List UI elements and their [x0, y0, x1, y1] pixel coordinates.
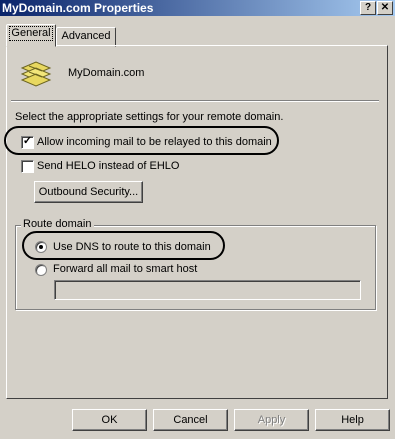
- highlight-oval: [4, 126, 279, 155]
- smart-host-input[interactable]: [54, 280, 361, 300]
- send-helo-checkbox[interactable]: [21, 160, 34, 173]
- instruction-text: Select the appropriate settings for your…: [15, 111, 284, 123]
- title-bar[interactable]: MyDomain.com Properties ? ✕: [0, 0, 395, 16]
- outbound-security-button[interactable]: Outbound Security...: [34, 181, 143, 203]
- window-title: MyDomain.com Properties: [2, 1, 154, 15]
- cancel-label: Cancel: [173, 414, 208, 426]
- ok-button[interactable]: OK: [72, 409, 147, 431]
- forward-smart-host-label[interactable]: Forward all mail to smart host: [53, 263, 197, 275]
- forward-smart-host-radio[interactable]: [35, 264, 47, 276]
- domain-icon: [20, 61, 52, 87]
- domain-name: MyDomain.com: [68, 67, 145, 79]
- help-button[interactable]: Help: [315, 409, 390, 431]
- help-title-button[interactable]: ?: [360, 1, 376, 15]
- highlight-oval: [22, 231, 225, 260]
- cancel-button[interactable]: Cancel: [153, 409, 228, 431]
- close-button[interactable]: ✕: [377, 1, 393, 15]
- divider: [11, 100, 379, 102]
- ok-label: OK: [101, 414, 118, 426]
- apply-button[interactable]: Apply: [234, 409, 309, 431]
- send-helo-label[interactable]: Send HELO instead of EHLO: [37, 160, 179, 172]
- tab-general-label: General: [9, 26, 53, 41]
- tab-advanced[interactable]: Advanced: [56, 27, 116, 47]
- route-domain-legend: Route domain: [21, 218, 94, 230]
- apply-label: Apply: [257, 414, 286, 426]
- tab-general[interactable]: General: [6, 24, 56, 47]
- tab-advanced-label: Advanced: [61, 30, 111, 42]
- general-panel: MyDomain.com Select the appropriate sett…: [4, 45, 388, 399]
- help-label: Help: [341, 414, 364, 426]
- outbound-security-label: Outbound Security...: [38, 186, 139, 198]
